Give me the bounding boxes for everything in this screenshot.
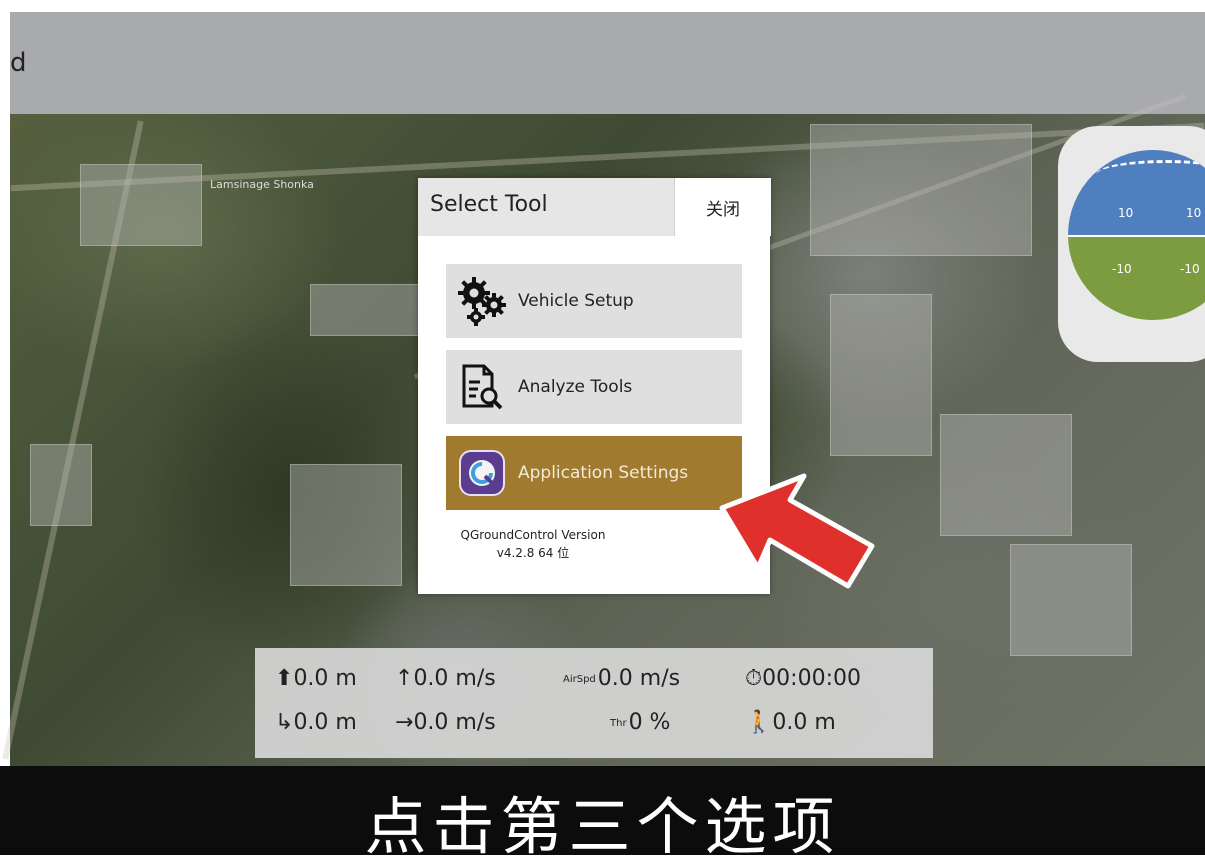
turn-right-arrow-icon: ↳ (275, 710, 294, 735)
vertical-speed-arrow-icon: ↑ (395, 666, 414, 691)
red-pointer-arrow-icon (719, 473, 875, 589)
map-building (830, 294, 932, 456)
video-subtitle-bar: 点击第三个选项 (0, 766, 1205, 863)
pitch-label: -10 (1180, 262, 1200, 276)
top-toolbar: d (10, 12, 1205, 114)
map-building (940, 414, 1072, 536)
ground-speed-value: →0.0 m/s (395, 710, 496, 735)
right-arrow-icon: → (395, 710, 414, 735)
application-settings-label: Application Settings (518, 463, 689, 483)
stopwatch-icon: ⏱ (745, 666, 763, 691)
map-building (290, 464, 402, 586)
distance-value: 🚶0.0 m (745, 710, 836, 735)
vertical-speed-value: ↑0.0 m/s (395, 666, 496, 691)
analyze-tools-label: Analyze Tools (518, 377, 633, 397)
close-button[interactable]: 关闭 (674, 178, 771, 236)
airspeed-value: AirSpd0.0 m/s (563, 666, 681, 691)
airspeed-label: AirSpd (563, 673, 596, 685)
attitude-indicator[interactable]: 10 10 -10 -10 (1058, 126, 1205, 362)
map-place-label: Lamsinage Shonka (210, 178, 314, 191)
subtitle-text: 点击第三个选项 (364, 790, 841, 863)
qgc-logo-icon (446, 436, 518, 510)
map-building (80, 164, 202, 246)
vehicle-setup-button[interactable]: Vehicle Setup (446, 264, 742, 338)
distance-home-value: ↳0.0 m (275, 710, 357, 735)
gears-icon (446, 264, 518, 338)
flight-time-value: ⏱00:00:00 (745, 666, 861, 691)
analyze-document-icon (446, 350, 518, 424)
map-building (1010, 544, 1132, 656)
version-info: QGroundControl Version v4.2.8 64 位 (418, 526, 648, 562)
altitude-value: ⬆0.0 m (275, 666, 357, 691)
pitch-label: 10 (1118, 206, 1134, 220)
attitude-dial: 10 10 -10 -10 (1068, 150, 1205, 320)
throttle-label: Thr (610, 717, 627, 729)
attitude-horizon-line (1068, 235, 1205, 237)
attitude-roll-ticks (1096, 160, 1205, 189)
map-building (310, 284, 422, 336)
vehicle-setup-label: Vehicle Setup (518, 291, 634, 311)
dialog-title: Select Tool (430, 192, 548, 217)
version-number: v4.2.8 64 位 (496, 546, 570, 560)
map-building (30, 444, 92, 526)
attitude-ground (1068, 235, 1205, 320)
throttle-value: Thr0 % (610, 710, 671, 735)
walker-icon: 🚶 (745, 710, 773, 735)
application-settings-button[interactable]: Application Settings (446, 436, 742, 510)
dialog-header: Select Tool 关闭 (418, 178, 771, 236)
pitch-label: 10 (1186, 206, 1202, 220)
map-building (810, 124, 1032, 256)
version-title: QGroundControl Version (460, 528, 606, 542)
pitch-label: -10 (1112, 262, 1132, 276)
altitude-up-arrow-icon: ⬆ (275, 666, 294, 691)
analyze-tools-button[interactable]: Analyze Tools (446, 350, 742, 424)
telemetry-panel: ⬆0.0 m ↑0.0 m/s AirSpd0.0 m/s ⏱00:00:00 … (255, 648, 933, 758)
window-title-fragment: d (10, 48, 27, 78)
